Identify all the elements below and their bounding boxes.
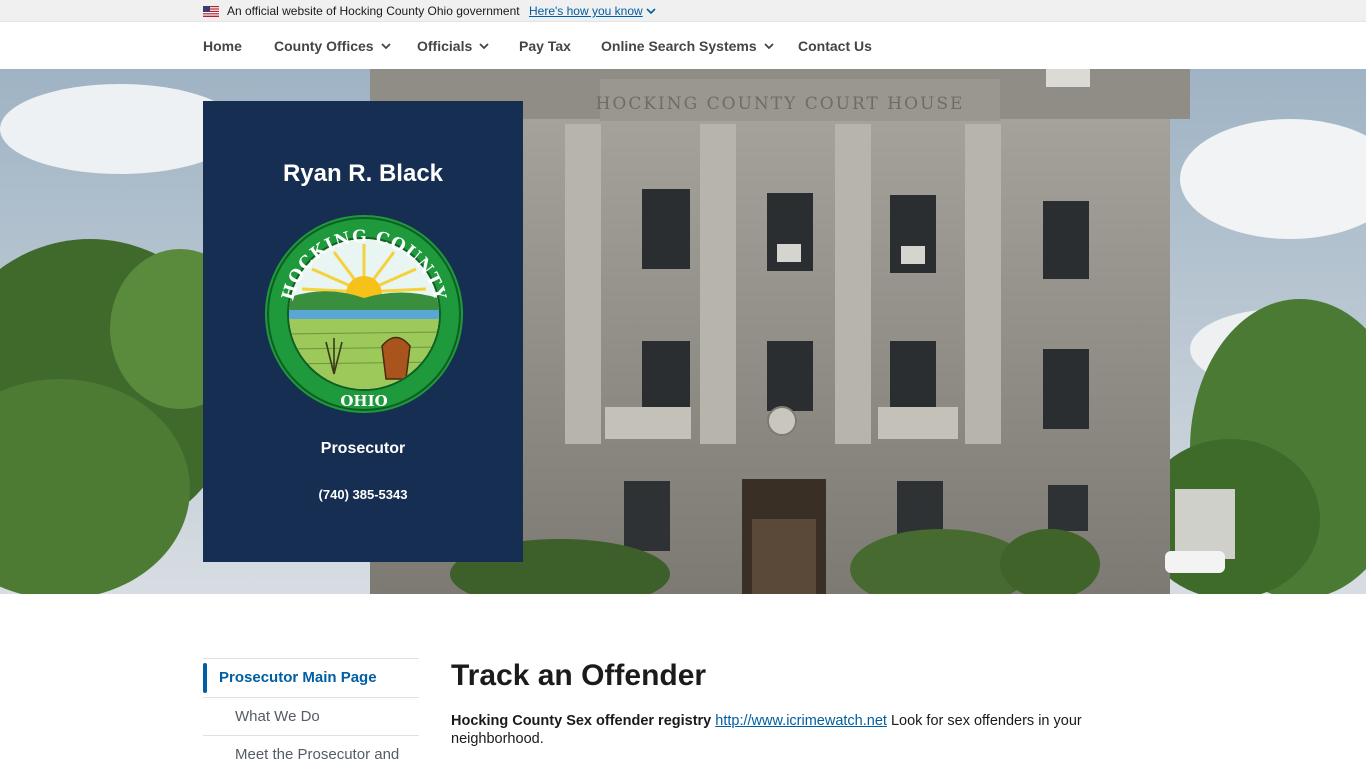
nav-online-search-systems[interactable]: Online Search Systems (601, 38, 774, 54)
nav-contact-us-label: Contact Us (798, 38, 872, 54)
icrimewatch-link[interactable]: http://www.icrimewatch.net (715, 713, 887, 729)
nav-county-offices[interactable]: County Offices (274, 38, 391, 54)
official-name: Ryan R. Black (282, 160, 444, 187)
registry-label: Hocking County Sex offender registry (451, 713, 712, 729)
registry-description: Look for sex offenders in your (886, 713, 1082, 729)
registry-paragraph: Hocking County Sex offender registry htt… (451, 712, 1141, 748)
official-phone[interactable]: (740) 385-5343 (203, 487, 523, 503)
nav-pay-tax[interactable]: Pay Tax (519, 38, 571, 54)
nav-officials[interactable]: Officials (417, 38, 489, 54)
official-role: Prosecutor (320, 440, 406, 457)
hero-courthouse-image: HOCKING COUNTY COURT HOUSE Ryan R. Black… (0, 69, 1366, 594)
chevron-down-icon (479, 43, 489, 50)
chevron-down-icon (380, 43, 391, 50)
nav-officials-label: Officials (417, 38, 473, 54)
sidenav-item-label: Prosecutor Main Page (219, 669, 377, 686)
seal-bottom-text: OHIO (340, 392, 387, 410)
official-banner: An official website of Hocking County Oh… (0, 0, 1366, 22)
sidenav-item-prosecutor-main-page[interactable]: Prosecutor Main Page (203, 658, 419, 697)
official-website-text: An official website of Hocking County Oh… (227, 4, 520, 18)
us-flag-icon (203, 6, 219, 17)
registry-description-continued: neighborhood. (451, 731, 544, 747)
page-title: Track an Offender (451, 659, 707, 692)
side-navigation: Prosecutor Main Page What We Do Meet the… (203, 658, 419, 768)
nav-county-offices-label: County Offices (274, 38, 374, 54)
main-navigation: Home County Offices Officials Pay Tax On… (0, 23, 1366, 69)
sidenav-item-what-we-do[interactable]: What We Do (203, 697, 419, 735)
sidenav-item-label: Meet the Prosecutor and (235, 746, 400, 763)
chevron-down-icon[interactable] (646, 7, 656, 15)
official-profile-card: Ryan R. Black HOCKING COUNTY OHIO Prosec… (203, 101, 523, 562)
hocking-county-seal-icon: HOCKING COUNTY OHIO (265, 215, 463, 413)
nav-online-search-systems-label: Online Search Systems (601, 38, 757, 54)
sidenav-item-meet-the-prosecutor[interactable]: Meet the Prosecutor and (203, 735, 419, 768)
nav-home[interactable]: Home (203, 38, 242, 54)
nav-home-label: Home (203, 38, 242, 54)
nav-contact-us[interactable]: Contact Us (798, 38, 872, 54)
nav-pay-tax-label: Pay Tax (519, 38, 571, 54)
sidenav-item-label: What We Do (235, 708, 320, 725)
heres-how-you-know-link[interactable]: Here's how you know (529, 4, 643, 18)
courthouse-inscription: HOCKING COUNTY COURT HOUSE (596, 94, 965, 114)
chevron-down-icon (764, 43, 774, 50)
